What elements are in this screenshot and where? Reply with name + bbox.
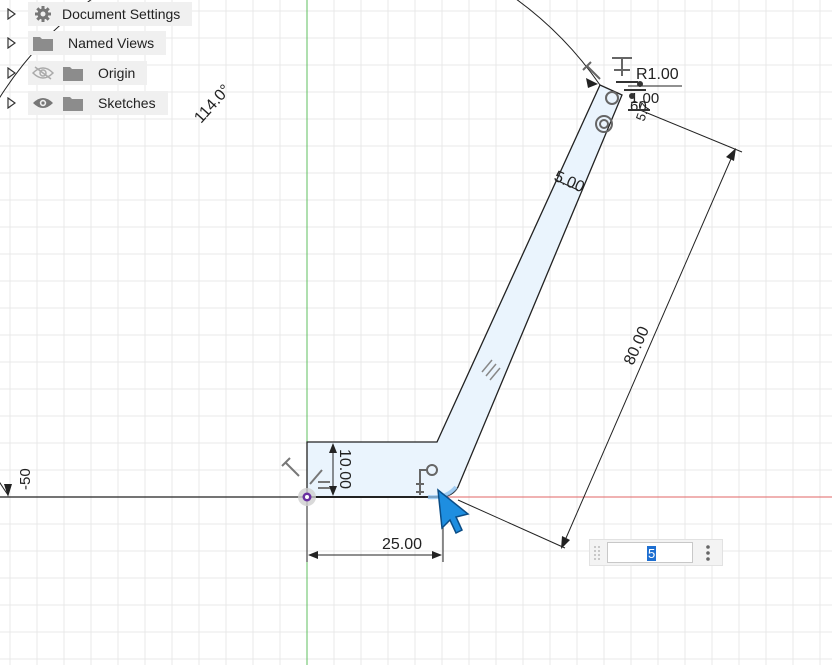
expand-triangle-icon[interactable] [0,89,22,117]
dimension-input-widget: 5 [589,539,723,566]
width-arrow-right [432,551,442,559]
top-point[interactable] [629,93,635,99]
origin-dot [305,495,309,499]
browser-node-document-settings[interactable]: Document Settings [0,0,193,28]
folder-icon [62,63,84,83]
more-options-icon[interactable] [704,544,712,562]
browser-node-named-views[interactable]: Named Views [0,29,167,57]
drag-handle-icon[interactable] [593,544,601,562]
expand-triangle-icon[interactable] [0,0,22,28]
sketch-profile[interactable] [306,84,623,498]
top-point-2[interactable] [637,81,643,87]
browser-node-label: Named Views [68,35,155,51]
mouse-cursor-icon [437,488,470,535]
width-arrow-left [308,551,318,559]
browser-node-label: Origin [98,65,136,81]
length-dimension-line[interactable] [562,151,735,546]
length-arrow-bottom [561,536,570,549]
browser-node-label: Document Settings [62,6,181,22]
browser-node-origin[interactable]: Origin [0,59,148,87]
length-dimension-label[interactable]: 80.00 [621,324,653,368]
folder-icon [32,33,54,53]
gear-icon [32,4,54,24]
expand-triangle-icon[interactable] [0,59,22,87]
height-dimension-label[interactable]: 10.00 [336,449,353,489]
axis-tick-label: -50 [17,468,34,490]
length-arrow-top [726,148,736,161]
browser-node-sketches[interactable]: Sketches [0,89,168,117]
width-dimension-label[interactable]: 25.00 [382,536,422,553]
eye-icon[interactable] [32,93,54,113]
angle-dimension-label[interactable]: 114.0° [191,82,234,127]
expand-triangle-icon[interactable] [0,29,22,57]
eye-hidden-icon[interactable] [32,63,54,83]
folder-icon [62,93,84,113]
browser-node-label: Sketches [98,95,156,111]
radius-dimension-label[interactable]: R1.00 [636,66,679,83]
dimension-value-selection: 5 [647,546,657,561]
